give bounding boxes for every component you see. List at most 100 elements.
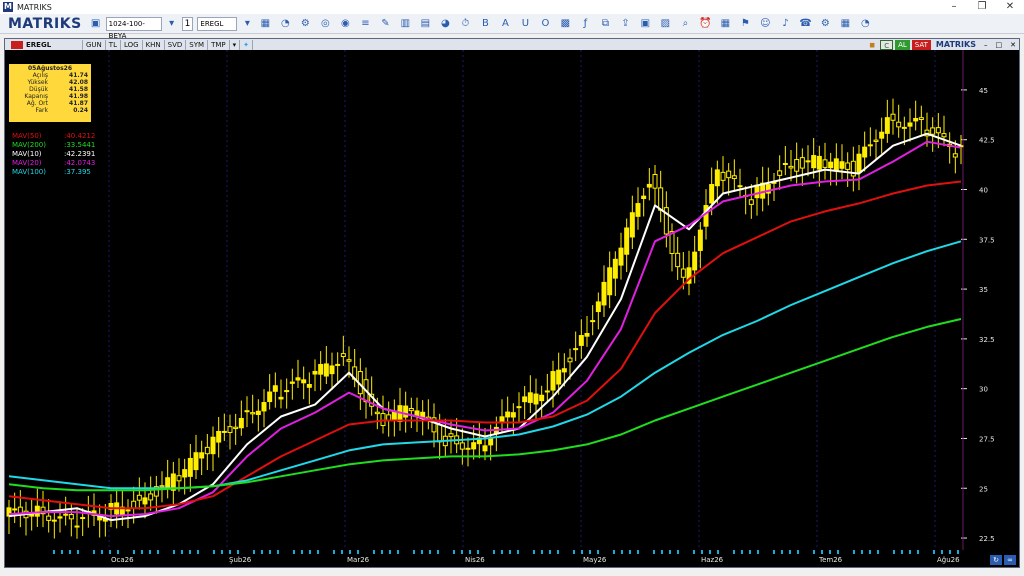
compass-icon[interactable]: ◉: [339, 18, 351, 30]
export-icon[interactable]: ▨: [659, 18, 671, 30]
table-icon[interactable]: ⏱: [459, 18, 471, 30]
list-icon[interactable]: ✎: [379, 18, 391, 30]
maximize-button[interactable]: ❐: [968, 0, 996, 14]
price-chart[interactable]: Oca26 Şub26 Mar26 Nis26 May26 Haz26 Tem26 Ağu26…: [5, 50, 1019, 567]
y-tick-label: 42.5: [979, 137, 995, 145]
lock-icon[interactable]: ◼: [866, 40, 878, 50]
twitter-icon[interactable]: ✦: [240, 39, 253, 50]
grid-icon[interactable]: ⧉: [599, 18, 611, 30]
candle-body: [414, 410, 420, 416]
maximize-chart-button[interactable]: □: [993, 40, 1006, 50]
chart-type-icon[interactable]: ◔: [279, 18, 291, 30]
eye-icon[interactable]: ≡: [359, 18, 371, 30]
candle-body: [527, 392, 533, 403]
candle-body: [510, 412, 516, 418]
clock-icon[interactable]: A: [499, 18, 511, 30]
template-select[interactable]: 1024-100-BEYA: [105, 16, 162, 40]
y-tick-label: 30: [979, 386, 988, 394]
bar-chart-icon[interactable]: ◕: [439, 18, 451, 30]
close-chart-button[interactable]: ✕: [1007, 40, 1019, 50]
link-icon[interactable]: ∞: [1004, 555, 1016, 565]
candle-body: [176, 475, 182, 482]
info-row: Düşük 41.58: [12, 86, 88, 93]
candle-body: [136, 494, 142, 501]
layout-number-select[interactable]: 1: [181, 16, 194, 31]
zoom-icon[interactable]: ⚙: [299, 18, 311, 30]
candle-body: [323, 363, 329, 377]
candle-body: [544, 390, 550, 393]
chart-icon[interactable]: ⏰: [699, 18, 711, 30]
candle-body: [505, 411, 511, 418]
candle-body: [839, 161, 845, 169]
tab-khn[interactable]: KHN: [143, 39, 165, 50]
candle-body: [697, 229, 703, 251]
chevron-down-icon[interactable]: ▾: [166, 18, 178, 30]
tab-log[interactable]: LOG: [121, 39, 143, 50]
dropdown-icon[interactable]: ▾: [230, 39, 241, 50]
fx-icon[interactable]: ⇪: [619, 18, 631, 30]
gear-icon[interactable]: ◔: [859, 18, 871, 30]
tab-tmp[interactable]: TMP: [208, 39, 230, 50]
copy-icon[interactable]: ▣: [639, 18, 651, 30]
b-icon[interactable]: U: [519, 18, 531, 30]
time-tick: [661, 550, 663, 554]
time-tick: [181, 550, 183, 554]
drawing-icon[interactable]: ▥: [399, 18, 411, 30]
time-tick: [629, 550, 631, 554]
time-tick: [461, 550, 463, 554]
tab-svd[interactable]: SVD: [165, 39, 187, 50]
chevron-down-icon[interactable]: ▾: [241, 18, 253, 30]
buy-button[interactable]: AL: [895, 39, 910, 50]
candle-body: [329, 365, 335, 375]
minimize-chart-button[interactable]: –: [981, 40, 991, 50]
c-button[interactable]: C: [880, 39, 894, 50]
minimize-button[interactable]: –: [940, 0, 968, 14]
close-button[interactable]: ✕: [996, 0, 1024, 14]
sell-button[interactable]: SAT: [911, 39, 931, 50]
alarm-icon[interactable]: ⚑: [739, 18, 751, 30]
legend-name: MAV(100): [12, 168, 46, 176]
settings-icon[interactable]: ◎: [319, 18, 331, 30]
candle-body: [312, 370, 318, 375]
search-icon[interactable]: ▦: [719, 18, 731, 30]
tab-sym[interactable]: SYM: [186, 39, 209, 50]
user-icon[interactable]: ☎: [799, 18, 811, 30]
save-icon[interactable]: ▣: [90, 18, 102, 30]
tab-gun[interactable]: GUN: [83, 39, 106, 50]
time-tick: [853, 550, 855, 554]
candle-body: [714, 169, 720, 187]
time-tick: [357, 550, 359, 554]
pencil-icon[interactable]: ▤: [419, 18, 431, 30]
candle-body: [165, 477, 171, 490]
candle-body: [459, 442, 465, 450]
chart-svg[interactable]: Oca26 Şub26 Mar26 Nis26 May26 Haz26 Tem26 Ağu26…: [5, 50, 1019, 567]
bell-icon[interactable]: ⚙: [819, 18, 831, 30]
save-icon[interactable]: ▦: [259, 18, 271, 30]
candle-body: [561, 368, 567, 373]
candle-body: [216, 430, 222, 443]
candle-body: [822, 159, 828, 168]
tab-tl[interactable]: TL: [106, 39, 121, 50]
symbol-input[interactable]: EREGL: [197, 16, 238, 31]
u-icon[interactable]: ▩: [559, 18, 571, 30]
time-tick: [301, 550, 303, 554]
candle-body: [584, 333, 590, 337]
candle-body: [941, 133, 947, 138]
chart-symbol-tab[interactable]: EREGL: [5, 39, 83, 50]
legend-name: MAV(50): [12, 132, 42, 140]
calendar-icon[interactable]: ☺: [759, 18, 771, 30]
candle-body: [244, 410, 250, 413]
candle-body: [646, 183, 652, 188]
time-tick: [149, 550, 151, 554]
refresh-icon[interactable]: ↻: [990, 555, 1002, 565]
pie-icon[interactable]: B: [479, 18, 491, 30]
app-logo-icon: M: [3, 2, 13, 12]
candle-body: [748, 199, 754, 205]
a-icon[interactable]: O: [539, 18, 551, 30]
circle-icon[interactable]: ƒ: [579, 18, 591, 30]
candle-body: [374, 411, 380, 415]
time-tick: [949, 550, 951, 554]
phone-icon[interactable]: ▦: [839, 18, 851, 30]
broadcast-icon[interactable]: ♪: [779, 18, 791, 30]
news-icon[interactable]: ⌕: [679, 18, 691, 30]
